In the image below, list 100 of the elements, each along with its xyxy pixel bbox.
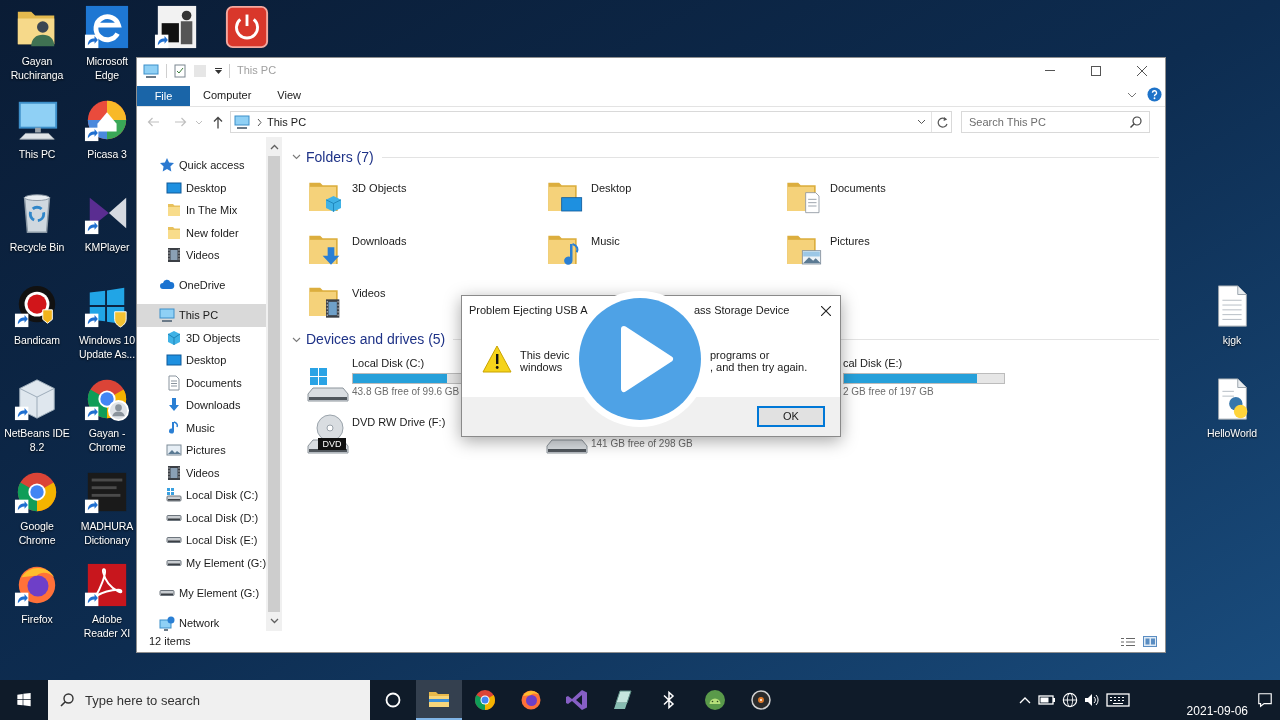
- ring-icon[interactable]: [385, 692, 401, 708]
- desktop-label[interactable]: Recycle Bin: [3, 240, 71, 254]
- address-field[interactable]: This PC: [230, 111, 952, 133]
- maximize-icon[interactable]: [1091, 65, 1101, 76]
- search-field[interactable]: Search This PC: [961, 111, 1150, 133]
- folder-item[interactable]: Music: [545, 224, 620, 269]
- document-icon: [166, 374, 182, 391]
- large-icons-view-icon[interactable]: [1143, 636, 1157, 647]
- nav-item[interactable]: Videos: [166, 464, 220, 481]
- nav-item[interactable]: OneDrive: [159, 277, 226, 294]
- drive-icon: [166, 559, 182, 566]
- desktop-label[interactable]: Firefox: [3, 612, 71, 626]
- folder-item[interactable]: Pictures: [784, 224, 870, 269]
- picture-icon: [166, 442, 182, 459]
- desktop-label[interactable]: Bandicam: [3, 333, 71, 347]
- chevron-down-icon[interactable]: [917, 119, 926, 125]
- caret-down-icon[interactable]: [215, 67, 222, 74]
- nav-item[interactable]: Local Disk (E:): [166, 532, 258, 549]
- folder-item[interactable]: Documents: [784, 172, 886, 216]
- nav-item[interactable]: Pictures: [166, 442, 226, 459]
- chevron-down-icon[interactable]: [269, 618, 279, 624]
- close-icon[interactable]: [821, 305, 831, 316]
- details-view-icon[interactable]: [1121, 636, 1135, 647]
- desktop-label[interactable]: KMPlayer: [78, 240, 136, 254]
- notification-icon[interactable]: [1257, 692, 1273, 708]
- search-icon: [60, 693, 74, 707]
- scrollbar[interactable]: [266, 137, 282, 631]
- windows-logo-icon: [16, 692, 32, 708]
- desktop-label[interactable]: Picasa 3: [78, 147, 136, 161]
- breadcrumb-link[interactable]: This PC: [267, 113, 307, 131]
- folder-item[interactable]: Desktop: [545, 172, 632, 216]
- nav-item[interactable]: Downloads: [166, 397, 241, 414]
- volume-icon[interactable]: [1084, 693, 1100, 707]
- desktop-label[interactable]: HelloWorld: [1198, 426, 1266, 440]
- close-icon[interactable]: [1137, 65, 1147, 76]
- desktop-label[interactable]: Google Chrome: [3, 519, 71, 547]
- chevron-down-icon[interactable]: [1127, 91, 1137, 98]
- desktop-label[interactable]: kjgk: [1198, 333, 1266, 347]
- desktop-label[interactable]: This PC: [3, 147, 71, 161]
- nav-item[interactable]: New folder: [166, 224, 239, 241]
- section-header[interactable]: Devices and drives (5): [292, 329, 446, 350]
- desktop-icon: [166, 352, 182, 369]
- nav-item[interactable]: 3D Objects: [166, 329, 241, 346]
- drive-name[interactable]: cal Disk (E:): [843, 355, 903, 370]
- dialog-message: This devic: [520, 349, 570, 361]
- robot-icon: [703, 688, 727, 712]
- file-tab[interactable]: File: [137, 86, 190, 106]
- desktop-label[interactable]: Microsoft Edge: [78, 54, 136, 82]
- properties-icon[interactable]: [174, 63, 186, 78]
- nav-item[interactable]: Videos: [166, 247, 220, 264]
- folder-item[interactable]: Downloads: [306, 224, 407, 269]
- desktop-label[interactable]: MADHURA Dictionary: [78, 519, 136, 547]
- keyboard-icon[interactable]: [1106, 693, 1130, 707]
- free-space-text: 141 GB free of 298 GB: [591, 436, 693, 451]
- globe-icon[interactable]: [1062, 692, 1078, 708]
- nav-item[interactable]: My Element (G:): [159, 584, 260, 601]
- drive-name[interactable]: Local Disk (C:): [352, 355, 425, 370]
- folder-item[interactable]: 3D Objects: [306, 172, 407, 216]
- help-icon[interactable]: [1147, 87, 1162, 102]
- network-icon: [159, 614, 175, 631]
- gem-icon: [611, 688, 635, 712]
- nav-item[interactable]: Local Disk (C:): [166, 487, 259, 504]
- desktop-label[interactable]: Windows 10 Update As...: [78, 333, 136, 361]
- drive-name[interactable]: DVD RW Drive (F:): [352, 414, 446, 429]
- nav-item[interactable]: Documents: [166, 374, 242, 391]
- scrollbar-thumb[interactable]: [268, 156, 280, 612]
- desktop-label[interactable]: Gayan Ruchiranga: [3, 54, 71, 82]
- ribbon-logo-icon: [565, 688, 589, 712]
- clock-date[interactable]: 2021-09-06: [1186, 704, 1248, 718]
- item-count-text: 12 items: [149, 634, 191, 650]
- nav-item[interactable]: Local Disk (D:): [166, 509, 259, 526]
- folder-item[interactable]: Videos: [306, 277, 386, 321]
- section-header[interactable]: Folders (7): [292, 146, 374, 168]
- cube-icon: [166, 329, 182, 346]
- nav-item[interactable]: Desktop: [166, 352, 227, 369]
- nav-item[interactable]: This PC: [137, 304, 266, 327]
- nav-item[interactable]: My Element (G:): [166, 554, 266, 571]
- ok-button[interactable]: OK: [757, 406, 825, 427]
- nav-item[interactable]: Music: [166, 419, 215, 436]
- battery-icon[interactable]: [1038, 695, 1056, 705]
- ribbon-tab[interactable]: View: [264, 85, 314, 106]
- refresh-icon[interactable]: [935, 116, 948, 128]
- ribbon-tab[interactable]: Computer: [190, 85, 265, 106]
- free-space-text: 43.8 GB free of 99.6 GB: [352, 384, 460, 399]
- nav-item[interactable]: Network: [159, 614, 220, 631]
- desktop-label[interactable]: NetBeans IDE 8.2: [3, 426, 71, 454]
- e-logo-icon[interactable]: [84, 4, 130, 50]
- desktop-label[interactable]: Gayan - Chrome: [78, 426, 136, 454]
- nav-item[interactable]: Quick access: [159, 157, 245, 174]
- up-arrow-icon[interactable]: [212, 115, 224, 129]
- nav-item[interactable]: In The Mix: [166, 202, 238, 219]
- computer-icon: [159, 307, 175, 324]
- free-space-text: 2 GB free of 197 GB: [843, 384, 934, 399]
- power-icon[interactable]: [224, 4, 270, 50]
- folder-icon: [166, 224, 182, 241]
- chevron-down-icon: [292, 154, 301, 160]
- nav-item[interactable]: Desktop: [166, 179, 227, 196]
- desktop-label[interactable]: Adobe Reader XI: [78, 612, 136, 640]
- taskbar-search-field[interactable]: Type here to search: [48, 680, 370, 720]
- taskbar-app-button[interactable]: [416, 680, 462, 720]
